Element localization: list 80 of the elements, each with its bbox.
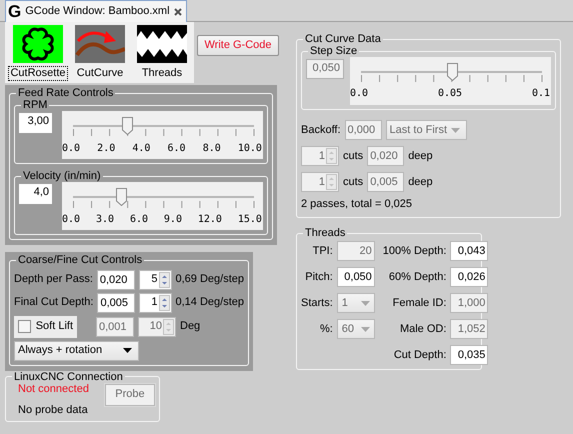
- probe-status: No probe data: [18, 404, 89, 418]
- tick-label: 3.0: [96, 214, 114, 226]
- input-field[interactable]: 0,020: [96, 270, 135, 290]
- tick-label: 10.0: [238, 142, 262, 155]
- input-field[interactable]: 0,026: [450, 267, 488, 288]
- field-label: TPI:: [312, 244, 333, 258]
- field-label: %:: [318, 322, 333, 336]
- checkbox-label: Soft Lift: [36, 320, 73, 334]
- field-label: Cut Depth:: [392, 348, 446, 362]
- input-field[interactable]: 0,035: [450, 345, 488, 366]
- field-label: 100% Depth:: [382, 244, 446, 258]
- slider[interactable]: 0.0 3.0 6.0 9.0 12.0 15.0: [62, 182, 263, 230]
- tick-label: 0.1: [532, 88, 550, 100]
- slider[interactable]: 0.0 2.0 4.0 6.0 8.0 10.0: [62, 111, 263, 160]
- tick-label: 2.0: [97, 142, 116, 155]
- value-field[interactable]: 3,00: [19, 113, 52, 134]
- spin-arrows-icon: [158, 272, 170, 288]
- tick-label: 6.0: [168, 142, 186, 155]
- flower-icon: [13, 25, 63, 63]
- spin-arrows-icon: [326, 148, 337, 164]
- spin-arrows-icon: [163, 318, 174, 335]
- mode-button[interactable]: CutCurve: [72, 25, 128, 82]
- close-icon: [174, 8, 182, 16]
- field-label: Female ID:: [392, 296, 446, 310]
- value-field[interactable]: 4,0: [19, 184, 52, 204]
- slider-thumb[interactable]: [122, 117, 134, 136]
- tick-label: 15.0: [238, 214, 262, 226]
- zigzag-icon: [137, 25, 187, 63]
- mode-button[interactable]: Threads: [134, 25, 190, 82]
- field-label: Depth per Pass:: [14, 272, 93, 286]
- field-label: Backoff:: [301, 124, 341, 137]
- tick-label: 8.0: [202, 142, 221, 155]
- field-label: 0,14 Deg/step: [176, 296, 244, 310]
- field-label: deep: [408, 176, 433, 189]
- caret-icon: [123, 348, 132, 354]
- number-spinner[interactable]: 1: [139, 292, 172, 313]
- number-spinner[interactable]: 5: [138, 270, 172, 290]
- spin-arrows-icon: [158, 294, 170, 311]
- caret-icon: [450, 128, 460, 133]
- input-field[interactable]: 0,005: [97, 292, 136, 313]
- group-title: Cut Curve Data: [304, 33, 382, 46]
- field-label: Male OD:: [398, 322, 446, 336]
- field-label: Deg: [180, 320, 200, 334]
- logo-icon: G: [8, 3, 22, 20]
- field-label: 60% Depth:: [388, 270, 446, 284]
- window-tab[interactable]: G GCode Window: Bamboo.xml: [5, 0, 187, 22]
- input-field[interactable]: 0,050: [336, 267, 375, 288]
- group-title: Step Size: [309, 45, 358, 58]
- group-title: Threads: [304, 227, 346, 240]
- tick-label: 0.0: [62, 142, 80, 155]
- tick-label: 6.0: [130, 214, 148, 226]
- input-field[interactable]: 0,043: [450, 241, 488, 262]
- caret-icon: [360, 326, 370, 332]
- field-label: Pitch:: [304, 270, 333, 284]
- group-title: Coarse/Fine Cut Controls: [17, 254, 144, 267]
- tick-label: 0.05: [438, 88, 462, 100]
- tick-label: 0.0: [350, 88, 368, 100]
- field-label: 0,69 Deg/step: [176, 272, 244, 286]
- caret-icon: [360, 300, 370, 306]
- field-label: cuts: [343, 176, 364, 189]
- summary-text: 2 passes, total = 0,025: [301, 198, 413, 212]
- tick-label: 4.0: [132, 142, 150, 155]
- spin-arrows-icon: [326, 174, 337, 190]
- group-title: RPM: [22, 99, 48, 112]
- write-gcode-button[interactable]: Write G-Code: [197, 35, 279, 56]
- group-title: Velocity (in/min): [22, 170, 102, 182]
- field-label: cuts: [343, 150, 364, 163]
- tick-label: 0.0: [62, 214, 80, 226]
- group-title: Feed Rate Controls: [17, 87, 114, 100]
- tick-label: 9.0: [164, 214, 182, 226]
- tab-title: GCode Window: Bamboo.xml: [25, 4, 170, 18]
- field-label: Starts:: [301, 296, 333, 310]
- dropdown[interactable]: Always + rotation: [14, 340, 139, 361]
- slider-thumb[interactable]: [116, 188, 128, 206]
- group-title: LinuxCNC Connection: [13, 370, 124, 383]
- field-label: deep: [408, 150, 433, 163]
- connection-status: Not connected: [18, 382, 89, 396]
- field-label: Final Cut Depth:: [14, 296, 94, 310]
- mode-button[interactable]: CutRosette: [10, 25, 66, 82]
- tick-label: 12.0: [198, 214, 222, 226]
